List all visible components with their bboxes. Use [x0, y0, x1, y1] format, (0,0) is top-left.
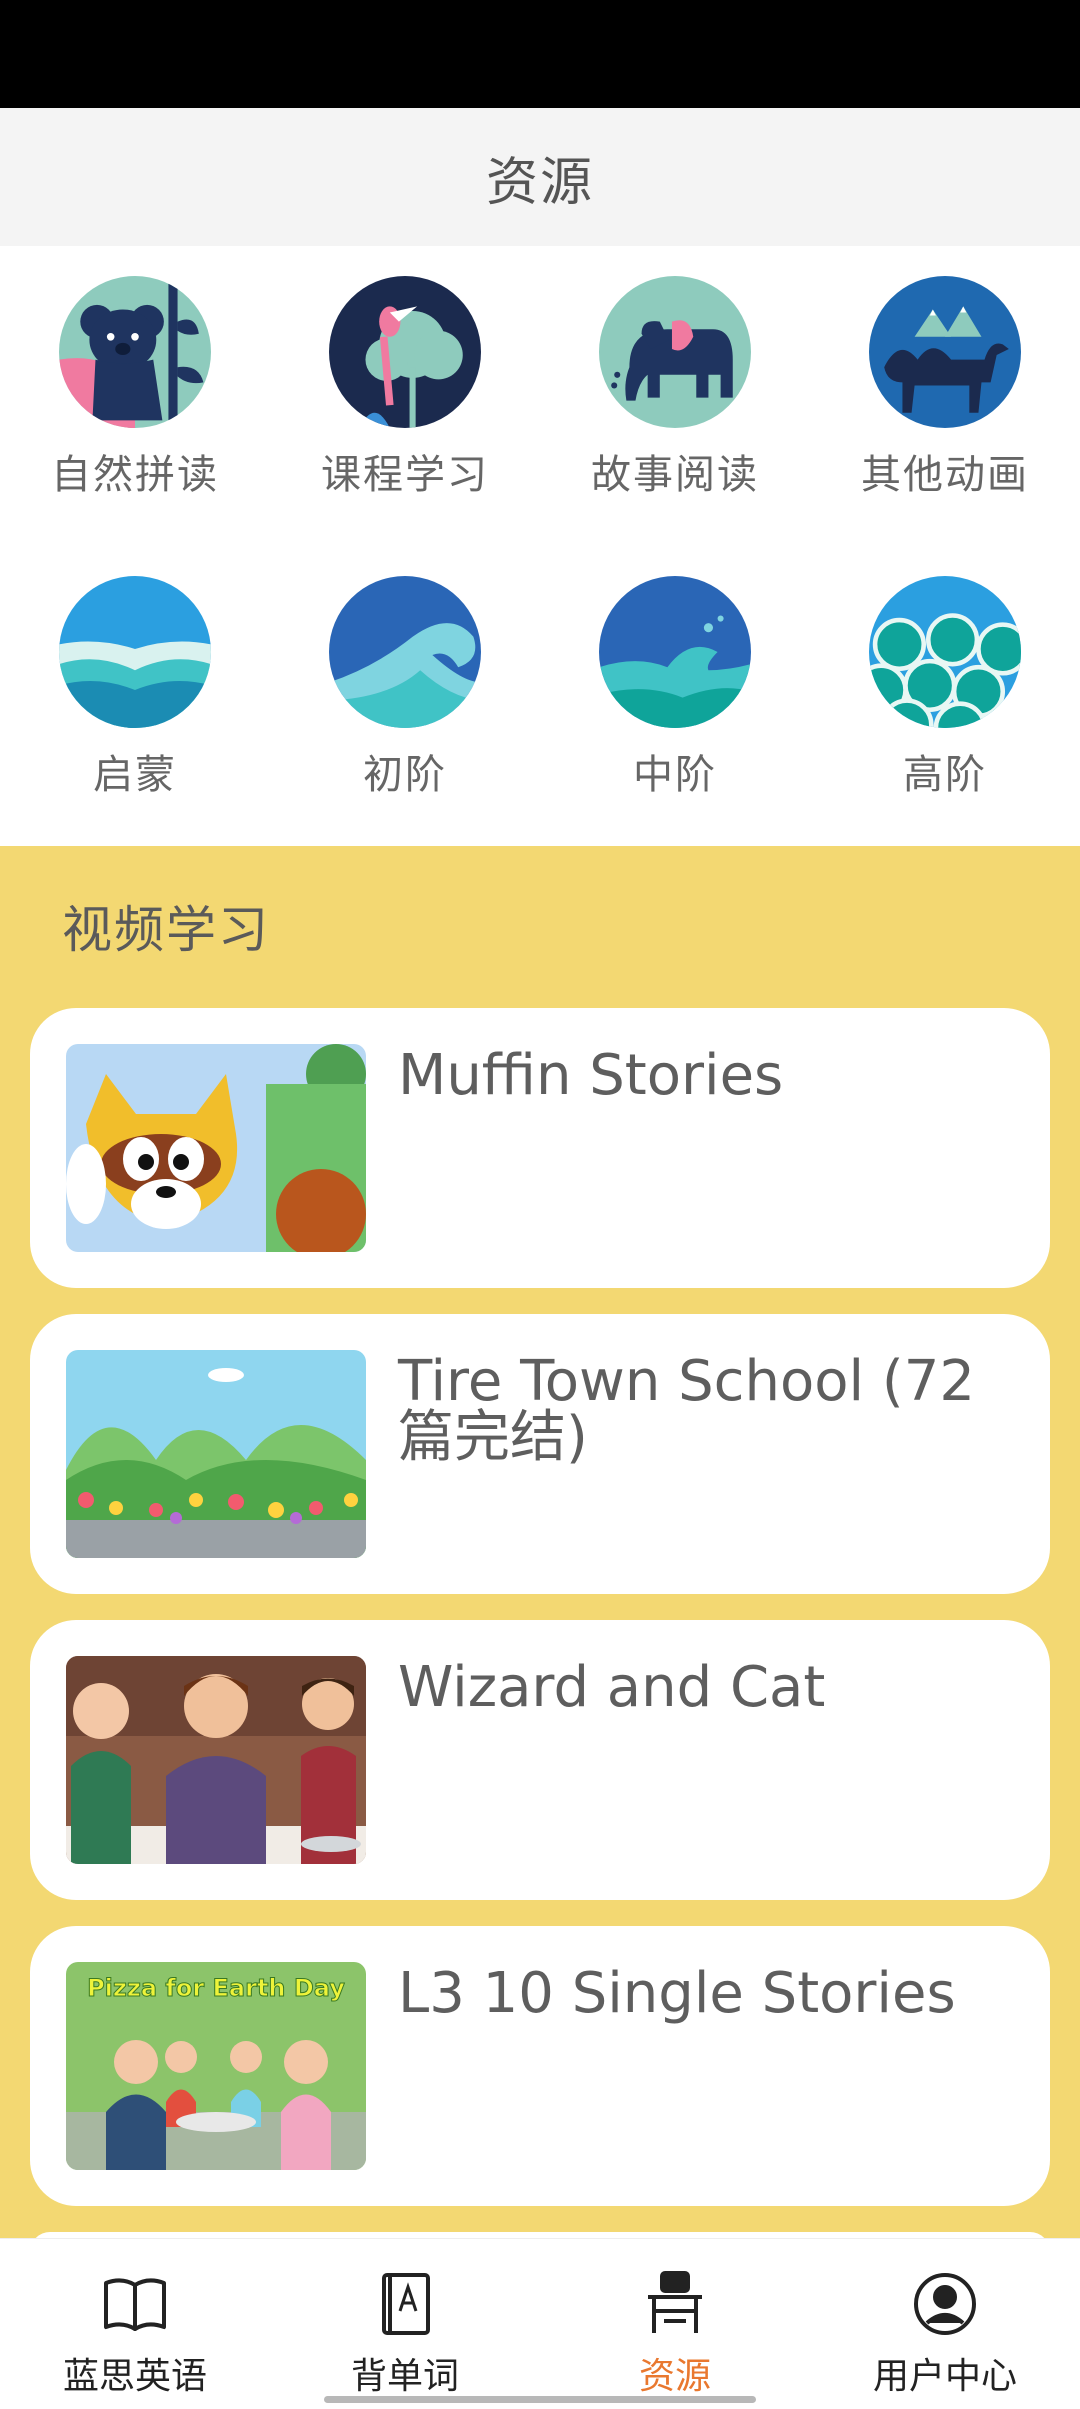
tab-user-center[interactable]: 用户中心 — [810, 2269, 1080, 2399]
video-card[interactable]: Wizard and Cat — [30, 1620, 1050, 1900]
category-label: 自然拼读 — [51, 452, 219, 498]
wave-curl-icon — [329, 576, 481, 728]
category-label: 中阶 — [633, 752, 717, 798]
section-title: 视频学习 — [62, 901, 270, 959]
tab-label: 蓝思英语 — [62, 2356, 207, 2397]
camel-icon — [869, 276, 1021, 428]
toucan-icon — [329, 276, 481, 428]
elephant-icon — [599, 276, 751, 428]
category-qimeng[interactable]: 启蒙 — [0, 546, 270, 800]
page-title: 资源 — [485, 152, 594, 213]
category-grid: 自然拼读 课程学习 故事阅读 其他动画 启蒙 初阶 中阶 高阶 — [0, 246, 1080, 846]
category-label: 高阶 — [903, 752, 987, 798]
page-header: 资源 — [0, 108, 1080, 246]
tab-label: 资源 — [638, 2356, 711, 2397]
user-circle-icon — [910, 2269, 980, 2339]
tab-label: 用户中心 — [872, 2356, 1017, 2397]
category-label: 启蒙 — [93, 752, 177, 798]
category-gaojie[interactable]: 高阶 — [810, 546, 1080, 800]
category-qita-donghua[interactable]: 其他动画 — [810, 246, 1080, 500]
video-thumbnail — [66, 1350, 366, 1558]
category-gushi-yuedu[interactable]: 故事阅读 — [540, 246, 810, 500]
wave-calm-icon — [59, 576, 211, 728]
dictionary-icon — [370, 2269, 440, 2339]
category-label: 初阶 — [363, 752, 447, 798]
desk-icon — [640, 2269, 710, 2339]
tab-label: 背单词 — [350, 2356, 459, 2397]
video-card[interactable]: Muffin Stories — [30, 1008, 1050, 1288]
video-card[interactable]: Tire Town School (72篇完结) — [30, 1314, 1050, 1594]
video-title: L3 10 Single Stories — [398, 1961, 956, 2026]
category-chujie[interactable]: 初阶 — [270, 546, 540, 800]
category-label: 课程学习 — [321, 452, 489, 498]
wave-splash-icon — [599, 576, 751, 728]
tab-resources[interactable]: 资源 — [540, 2269, 810, 2399]
category-label: 其他动画 — [861, 452, 1029, 498]
tab-vocabulary[interactable]: 背单词 — [270, 2269, 540, 2399]
home-indicator — [324, 2396, 756, 2403]
koala-icon — [59, 276, 211, 428]
video-title: Tire Town School (72篇完结) — [398, 1349, 975, 1470]
video-thumbnail — [66, 1656, 366, 1864]
video-title: Wizard and Cat — [398, 1655, 826, 1720]
video-section: 视频学习 Muffin Stories Tire Town School (72… — [0, 846, 1080, 2272]
tab-lansi-english[interactable]: 蓝思英语 — [0, 2269, 270, 2399]
video-card[interactable]: Pizza for Earth Day L3 10 Single Stories — [30, 1926, 1050, 2206]
video-thumbnail — [66, 1044, 366, 1252]
video-title: Muffin Stories — [398, 1043, 784, 1108]
category-kecheng-xuexi[interactable]: 课程学习 — [270, 246, 540, 500]
category-ziran-pindu[interactable]: 自然拼读 — [0, 246, 270, 500]
thumbnail-caption: Pizza for Earth Day — [87, 1974, 345, 2002]
status-bar — [0, 0, 1080, 108]
category-label: 故事阅读 — [591, 452, 759, 498]
category-zhongjie[interactable]: 中阶 — [540, 546, 810, 800]
book-open-icon — [100, 2269, 170, 2339]
wave-swirl-icon — [869, 576, 1021, 728]
bottom-tab-bar: 蓝思英语 背单词 资源 用户中心 — [0, 2238, 1080, 2409]
video-thumbnail: Pizza for Earth Day — [66, 1962, 366, 2170]
